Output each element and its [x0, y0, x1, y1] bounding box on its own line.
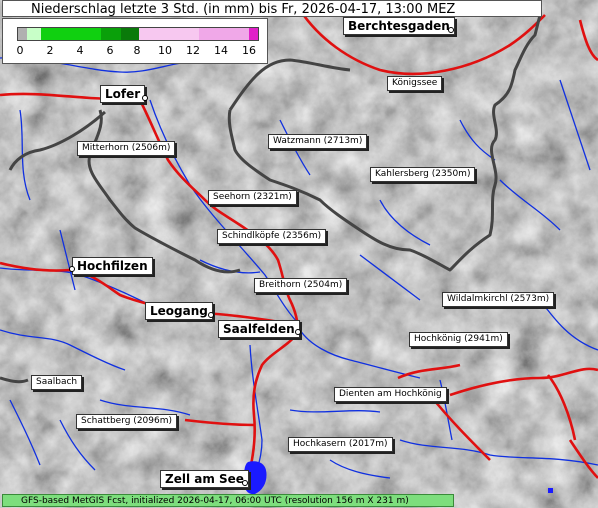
place-label-wildalmkirchl[interactable]: Wildalmkirchl (2573m): [442, 292, 555, 307]
legend-tick: 12: [186, 44, 200, 57]
place-label-hochfilzen[interactable]: Hochfilzen: [72, 257, 153, 275]
place-label-lofer[interactable]: Lofer: [100, 85, 146, 103]
place-label-kahlersberg[interactable]: Kahlersberg (2350m): [370, 167, 476, 182]
place-label-berchtesgaden[interactable]: Berchtesgaden: [343, 17, 455, 35]
place-label-schindlkoepfe[interactable]: Schindlköpfe (2356m): [217, 229, 327, 244]
place-label-dienten[interactable]: Dienten am Hochkönig: [334, 387, 447, 402]
place-label-zell-am-see[interactable]: Zell am See: [160, 470, 249, 488]
place-label-watzmann[interactable]: Watzmann (2713m): [268, 134, 368, 149]
place-label-mitterhorn[interactable]: Mitterhorn (2506m): [77, 141, 176, 156]
legend-tick: 10: [158, 44, 172, 57]
town-marker: [208, 312, 214, 318]
town-marker: [69, 266, 75, 272]
place-label-saalfelden[interactable]: Saalfelden: [218, 320, 300, 338]
town-marker: [242, 480, 248, 486]
map-title: Niederschlag letzte 3 Std. (in mm) bis F…: [2, 0, 542, 17]
legend-tick: 14: [214, 44, 228, 57]
place-label-koenigssee[interactable]: Königssee: [387, 76, 443, 91]
place-label-leogang[interactable]: Leogang: [145, 302, 213, 320]
place-label-saalbach[interactable]: Saalbach: [31, 375, 83, 390]
legend-tick: 0: [16, 44, 24, 57]
town-marker: [448, 27, 454, 33]
town-marker: [295, 329, 301, 335]
legend-tick: 16: [242, 44, 256, 57]
precipitation-legend: 0 2 4 6 8 10 12 14 16: [2, 18, 268, 64]
precipitation-map: Niederschlag letzte 3 Std. (in mm) bis F…: [0, 0, 598, 508]
place-label-schattberg[interactable]: Schattberg (2096m): [76, 414, 177, 429]
place-label-seehorn[interactable]: Seehorn (2321m): [208, 190, 297, 205]
legend-tick: 4: [76, 44, 84, 57]
forecast-footer: GFS-based MetGIS Fcst, initialized 2026-…: [2, 494, 454, 507]
legend-tick: 6: [106, 44, 114, 57]
legend-tick: 8: [133, 44, 141, 57]
place-label-hochkasern[interactable]: Hochkasern (2017m): [288, 437, 393, 452]
legend-tick: 2: [46, 44, 54, 57]
place-label-breithorn[interactable]: Breithorn (2504m): [254, 278, 348, 293]
terrain-layer: [0, 0, 598, 508]
town-marker: [142, 95, 148, 101]
legend-color-bar: [17, 27, 259, 41]
place-label-hochkoenig[interactable]: Hochkönig (2941m): [409, 332, 508, 347]
